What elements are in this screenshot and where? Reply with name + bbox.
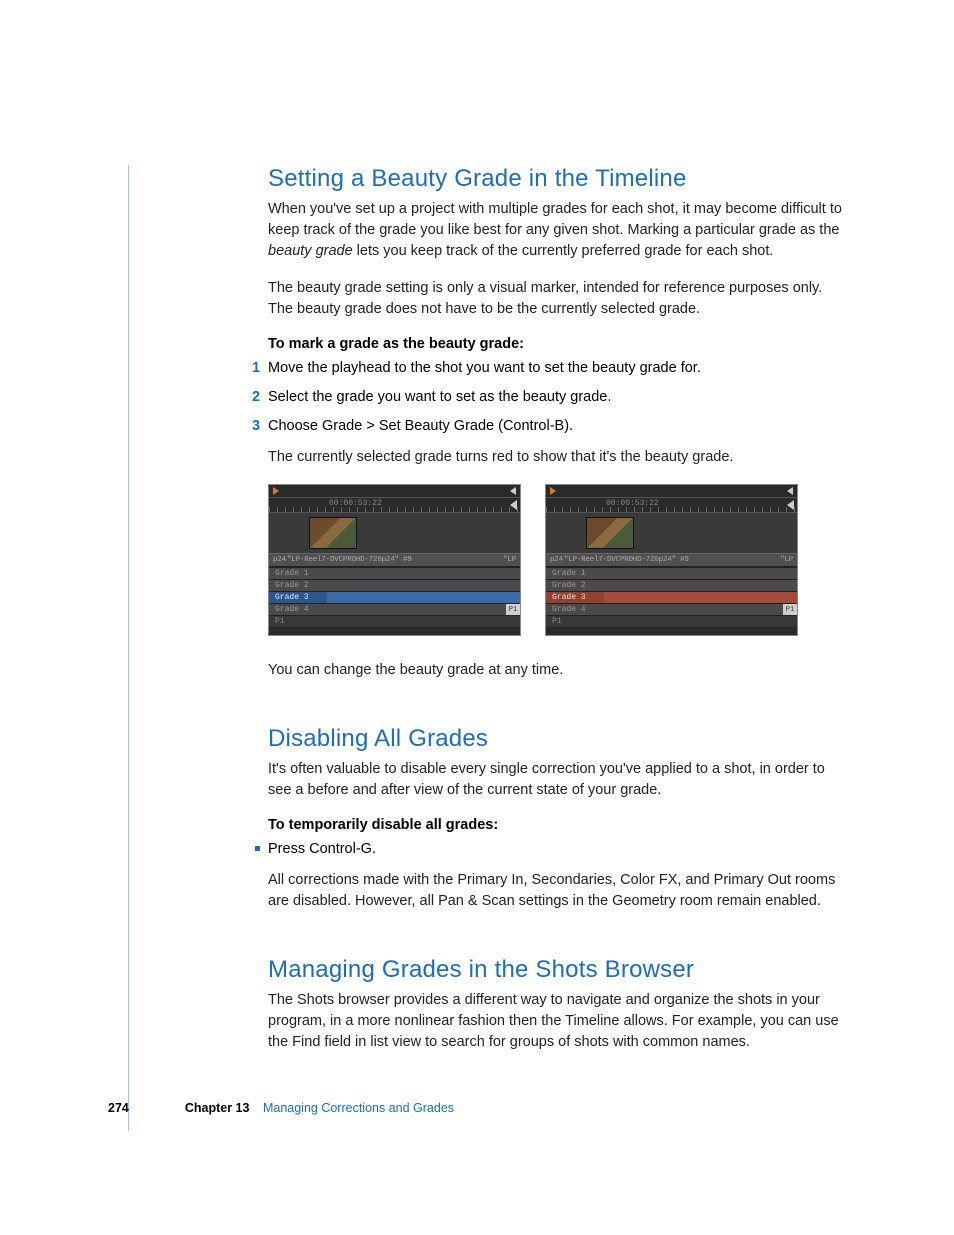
grade-name: Grade 4 bbox=[269, 604, 327, 615]
bullet-item: Press Control-G. bbox=[252, 839, 848, 860]
grade-row-beauty: Grade 3 bbox=[546, 591, 797, 603]
in-marker-icon bbox=[550, 487, 556, 495]
clip-name-label: p24 "LP-Reel7-DVCPROHD-720p24" #9 "LP bbox=[546, 553, 797, 567]
step-item: Choose Grade > Set Beauty Grade (Control… bbox=[252, 416, 848, 437]
grade-row-selected: Grade 3 bbox=[269, 591, 520, 603]
clip-name: "LP-Reel7-DVCPROHD-720p24" #9 bbox=[287, 556, 412, 564]
grade-row: Grade 4 P1 bbox=[546, 603, 797, 615]
page: Setting a Beauty Grade in the Timeline W… bbox=[0, 0, 954, 1235]
screenshot-row: 00:00:53:22 p24 "LP-Reel7-DVCPROHD-720p2… bbox=[268, 484, 848, 636]
body-paragraph: The beauty grade setting is only a visua… bbox=[268, 278, 848, 320]
step-item: Select the grade you want to set as the … bbox=[252, 387, 848, 408]
bottom-strip bbox=[269, 627, 520, 635]
body-paragraph: You can change the beauty grade at any t… bbox=[268, 660, 848, 681]
grade-name: P1 bbox=[546, 616, 604, 627]
chapter-title: Managing Corrections and Grades bbox=[263, 1101, 454, 1115]
grade-name: Grade 3 bbox=[546, 592, 604, 603]
out-marker-icon bbox=[787, 487, 793, 495]
clip-name-label: p24 "LP-Reel7-DVCPROHD-720p24" #9 "LP bbox=[269, 553, 520, 567]
grade-name: Grade 4 bbox=[546, 604, 604, 615]
grade-name: Grade 2 bbox=[546, 580, 604, 591]
shot-top-bar bbox=[269, 485, 520, 498]
heading-managing-grades-shots-browser: Managing Grades in the Shots Browser bbox=[268, 956, 848, 984]
timeline-screenshot-after: 00:00:53:22 p24 "LP-Reel7-DVCPROHD-720p2… bbox=[545, 484, 798, 636]
body-paragraph: The currently selected grade turns red t… bbox=[268, 447, 848, 468]
ruler-ticks bbox=[546, 507, 797, 512]
out-marker-icon bbox=[510, 487, 516, 495]
text: lets you keep track of the currently pre… bbox=[353, 243, 774, 259]
emphasis-beauty-grade: beauty grade bbox=[268, 243, 353, 259]
steps-list: Move the playhead to the shot you want t… bbox=[268, 358, 848, 437]
grade-name: P1 bbox=[269, 616, 327, 627]
grade-row: Grade 1 bbox=[546, 567, 797, 579]
bullet-list: Press Control-G. bbox=[268, 839, 848, 860]
in-marker-icon bbox=[273, 487, 279, 495]
chapter-ref: Chapter 13 Managing Corrections and Grad… bbox=[185, 1101, 454, 1115]
bottom-strip bbox=[546, 627, 797, 635]
ruler-ticks bbox=[269, 507, 520, 512]
heading-setting-beauty-grade: Setting a Beauty Grade in the Timeline bbox=[268, 165, 848, 193]
grade-row: Grade 4 P1 bbox=[269, 603, 520, 615]
body-paragraph: It's often valuable to disable every sin… bbox=[268, 759, 848, 801]
grade-row: Grade 1 bbox=[269, 567, 520, 579]
clip-name: "LP-Reel7-DVCPROHD-720p24" #9 bbox=[564, 556, 689, 564]
body-paragraph: The Shots browser provides a different w… bbox=[268, 990, 848, 1053]
step-item: Move the playhead to the shot you want t… bbox=[252, 358, 848, 379]
page-number: 274 bbox=[108, 1101, 129, 1115]
grade-tag: P1 bbox=[506, 604, 520, 615]
shot-ruler: 00:00:53:22 bbox=[269, 498, 520, 513]
grade-name: Grade 1 bbox=[546, 568, 604, 579]
clip-name-right: "LP bbox=[780, 556, 793, 564]
shot-ruler: 00:00:53:22 bbox=[546, 498, 797, 513]
grade-tag: P1 bbox=[783, 604, 797, 615]
grade-row: Grade 2 bbox=[269, 579, 520, 591]
content-column: Setting a Beauty Grade in the Timeline W… bbox=[268, 165, 848, 1053]
grade-name: Grade 1 bbox=[269, 568, 327, 579]
clip-name-right: "LP bbox=[503, 556, 516, 564]
grade-row: P1 bbox=[269, 615, 520, 627]
text: When you've set up a project with multip… bbox=[268, 201, 842, 238]
body-paragraph: When you've set up a project with multip… bbox=[268, 199, 848, 262]
body-paragraph: All corrections made with the Primary In… bbox=[268, 870, 848, 912]
heading-disabling-all-grades: Disabling All Grades bbox=[268, 725, 848, 753]
thumbnail-row bbox=[546, 513, 797, 553]
grade-row: P1 bbox=[546, 615, 797, 627]
grade-name: Grade 3 bbox=[269, 592, 327, 603]
task-intro: To mark a grade as the beauty grade: bbox=[268, 336, 848, 352]
page-footer: 274 Chapter 13 Managing Corrections and … bbox=[108, 1101, 454, 1115]
left-rule bbox=[128, 165, 129, 1131]
task-intro: To temporarily disable all grades: bbox=[268, 817, 848, 833]
shot-top-bar bbox=[546, 485, 797, 498]
clip-thumbnail bbox=[586, 517, 634, 549]
chapter-label: Chapter 13 bbox=[185, 1101, 250, 1115]
clip-thumbnail bbox=[309, 517, 357, 549]
thumbnail-row bbox=[269, 513, 520, 553]
grade-name: Grade 2 bbox=[269, 580, 327, 591]
timeline-screenshot-before: 00:00:53:22 p24 "LP-Reel7-DVCPROHD-720p2… bbox=[268, 484, 521, 636]
grade-row: Grade 2 bbox=[546, 579, 797, 591]
